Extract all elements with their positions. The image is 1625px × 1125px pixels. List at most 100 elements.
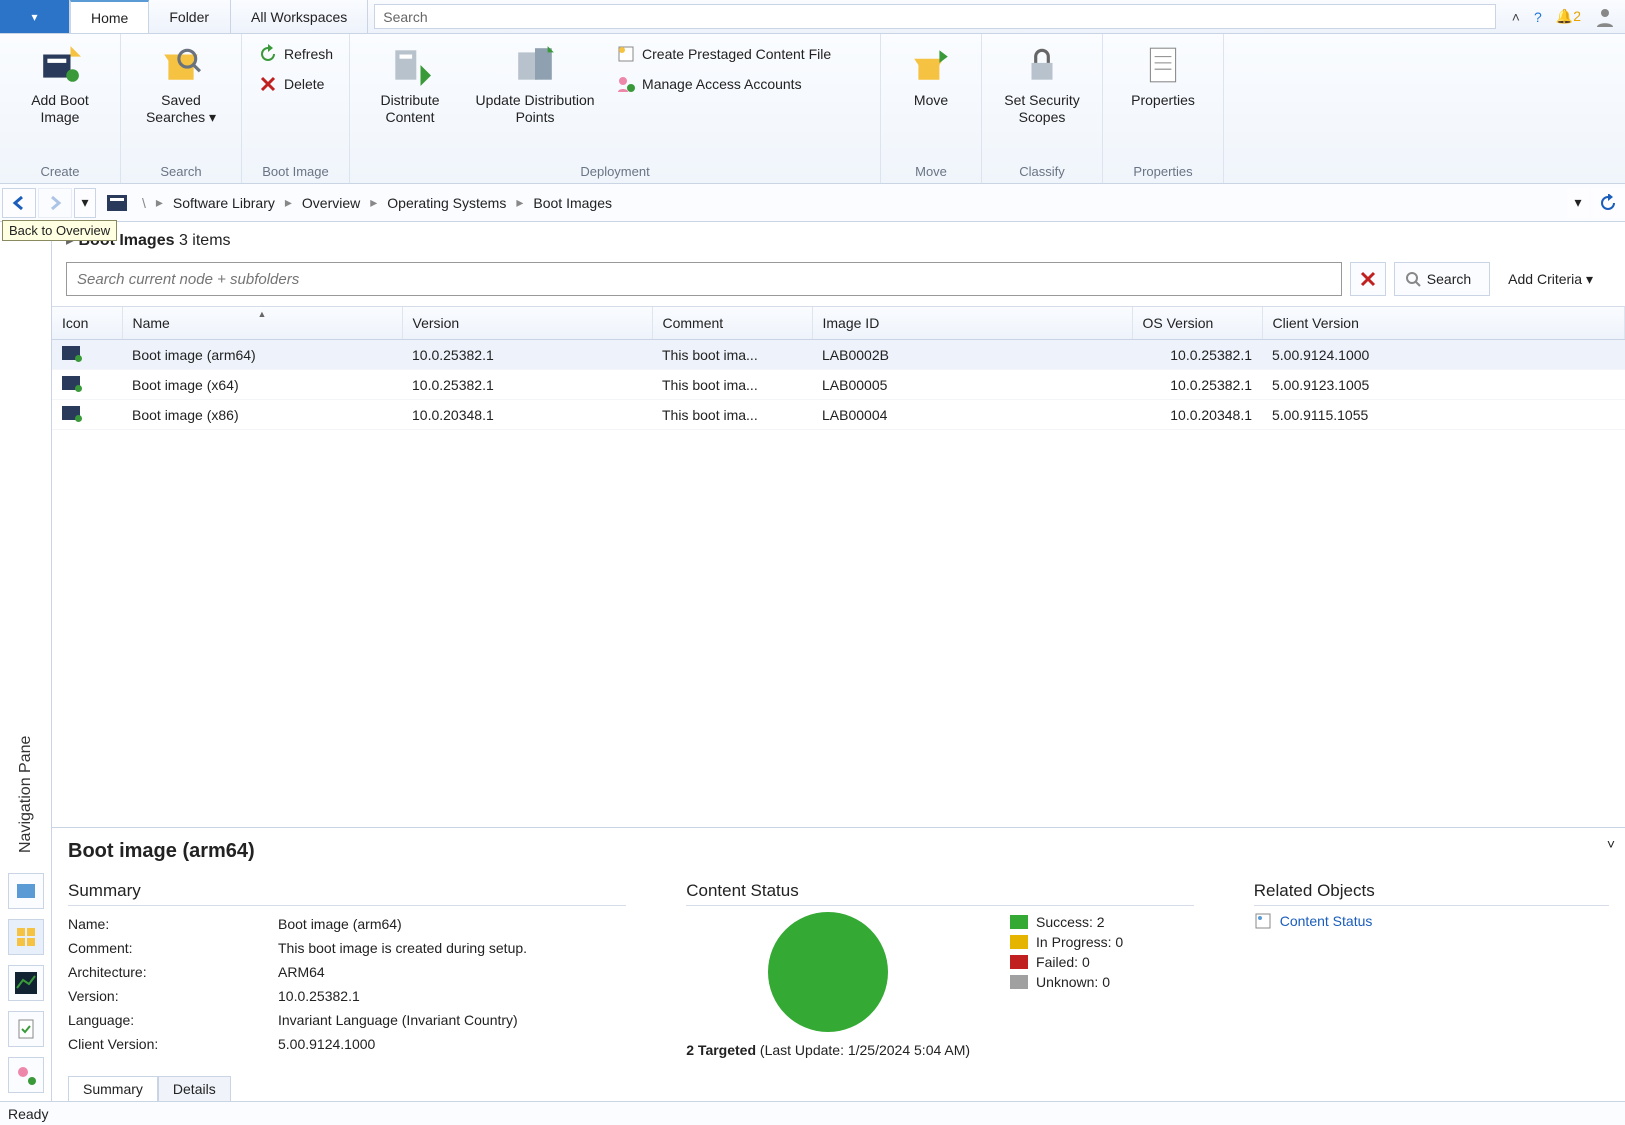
legend-failed: Failed: 0 — [1010, 952, 1123, 972]
distribute-content-button[interactable]: Distribute Content — [360, 40, 460, 126]
cell-client-version: 5.00.9115.1055 — [1262, 400, 1625, 430]
cell-version: 10.0.20348.1 — [402, 400, 652, 430]
details-collapse-icon[interactable]: ˅ — [1607, 836, 1615, 852]
summary-field: Language:Invariant Language (Invariant C… — [68, 1008, 626, 1032]
cell-name: Boot image (arm64) — [122, 340, 402, 370]
cell-image-id: LAB00005 — [812, 370, 1132, 400]
add-boot-image-button[interactable]: Add Boot Image — [10, 40, 110, 126]
col-image-id[interactable]: Image ID — [812, 307, 1132, 340]
saved-searches-label: Saved Searches ▾ — [131, 92, 231, 126]
group-boot-image: Boot Image — [262, 162, 329, 183]
cell-client-version: 5.00.9123.1005 — [1262, 370, 1625, 400]
group-properties: Properties — [1133, 162, 1192, 183]
navigation-pane-label[interactable]: Navigation Pane — [17, 222, 35, 873]
cell-os-version: 10.0.25382.1 — [1132, 340, 1262, 370]
tab-home[interactable]: Home — [70, 0, 149, 33]
search-button-label: Search — [1427, 271, 1471, 287]
boot-image-icon — [62, 346, 80, 360]
cell-client-version: 5.00.9124.1000 — [1262, 340, 1625, 370]
table-row[interactable]: Boot image (x64)10.0.25382.1This boot im… — [52, 370, 1625, 400]
legend-in-progress: In Progress: 0 — [1010, 932, 1123, 952]
summary-field: Client Version:5.00.9124.1000 — [68, 1032, 626, 1056]
list-heading: ▸ Boot Images 3 items — [52, 222, 1625, 256]
list-search-input[interactable] — [66, 262, 1342, 296]
manage-access-label: Manage Access Accounts — [642, 76, 802, 92]
breadcrumb-operating-systems[interactable]: Operating Systems — [387, 195, 506, 211]
col-name[interactable]: Name — [122, 307, 402, 340]
nav-forward-button[interactable] — [38, 188, 72, 218]
col-version[interactable]: Version — [402, 307, 652, 340]
group-classify: Classify — [1019, 162, 1065, 183]
group-create: Create — [40, 162, 79, 183]
navpane-monitoring-icon[interactable] — [8, 965, 44, 1001]
node-icon — [102, 195, 132, 211]
breadcrumb-dropdown[interactable]: ▾ — [1567, 188, 1589, 218]
tab-folder[interactable]: Folder — [149, 0, 230, 33]
notifications-icon[interactable]: 🔔2 — [1556, 8, 1581, 25]
content-status-pie — [768, 912, 888, 1032]
details-title: Boot image (arm64) — [68, 840, 1609, 863]
nav-history-dropdown[interactable]: ▾ — [74, 188, 96, 218]
legend-unknown: Unknown: 0 — [1010, 972, 1123, 992]
update-dp-button[interactable]: Update Distribution Points — [470, 40, 600, 126]
file-menu[interactable]: ▾ — [0, 0, 70, 33]
help-icon[interactable]: ? — [1534, 9, 1542, 25]
nav-back-button[interactable] — [2, 188, 36, 218]
clear-search-button[interactable] — [1350, 262, 1386, 296]
breadcrumb-sep: ▸ — [370, 194, 377, 211]
details-tab-summary[interactable]: Summary — [68, 1076, 158, 1101]
status-bar: Ready — [0, 1101, 1625, 1125]
cell-comment: This boot ima... — [652, 340, 812, 370]
breadcrumb-sep: ▸ — [285, 194, 292, 211]
col-comment[interactable]: Comment — [652, 307, 812, 340]
update-dp-label: Update Distribution Points — [470, 92, 600, 126]
table-row[interactable]: Boot image (arm64) 10.0.25382.1 This boot … — [52, 340, 1625, 370]
refresh-label: Refresh — [284, 46, 333, 62]
delete-label: Delete — [284, 76, 324, 92]
col-icon[interactable]: Icon — [52, 307, 122, 340]
group-search: Search — [160, 162, 201, 183]
refresh-view-icon[interactable] — [1591, 188, 1625, 218]
navpane-library-icon[interactable] — [8, 919, 44, 955]
move-label: Move — [914, 92, 948, 109]
properties-label: Properties — [1131, 92, 1195, 109]
breadcrumb-boot-images[interactable]: Boot Images — [533, 195, 612, 211]
breadcrumb-sep: ▸ — [156, 194, 163, 211]
navpane-assets-icon[interactable] — [8, 873, 44, 909]
cell-comment: This boot ima... — [652, 400, 812, 430]
collapse-ribbon-icon[interactable]: ˄ — [1512, 9, 1520, 25]
navpane-admin-icon[interactable] — [8, 1057, 44, 1093]
properties-button[interactable]: Properties — [1113, 40, 1213, 109]
manage-access-button[interactable]: Manage Access Accounts — [610, 70, 870, 98]
col-client-version[interactable]: Client Version — [1262, 307, 1625, 340]
search-button[interactable]: Search — [1394, 262, 1490, 296]
summary-field: Comment:This boot image is created durin… — [68, 936, 626, 960]
notification-count: 2 — [1573, 8, 1581, 24]
navpane-compliance-icon[interactable] — [8, 1011, 44, 1047]
targeted-text: 2 Targeted (Last Update: 1/25/2024 5:04 … — [686, 1042, 970, 1058]
security-scopes-button[interactable]: Set Security Scopes — [992, 40, 1092, 126]
summary-field: Architecture:ARM64 — [68, 960, 626, 984]
breadcrumb-software-library[interactable]: Software Library — [173, 195, 275, 211]
related-content-status-link[interactable]: Content Status — [1254, 912, 1609, 930]
create-prestaged-button[interactable]: Create Prestaged Content File — [610, 40, 870, 68]
move-button[interactable]: Move — [891, 40, 971, 109]
saved-searches-button[interactable]: Saved Searches ▾ — [131, 40, 231, 126]
group-move: Move — [915, 162, 947, 183]
boot-image-icon — [62, 376, 80, 390]
add-criteria-button[interactable]: Add Criteria ▾ — [1498, 262, 1611, 296]
delete-button[interactable]: Delete — [252, 70, 339, 98]
breadcrumb-overview[interactable]: Overview — [302, 195, 360, 211]
account-icon[interactable] — [1595, 7, 1615, 27]
summary-field: Name:Boot image (arm64) — [68, 912, 626, 936]
global-search-input[interactable]: Search — [374, 4, 1496, 29]
details-tab-details[interactable]: Details — [158, 1076, 231, 1101]
tab-all-workspaces[interactable]: All Workspaces — [230, 0, 368, 33]
col-os-version[interactable]: OS Version — [1132, 307, 1262, 340]
refresh-button[interactable]: Refresh — [252, 40, 339, 68]
breadcrumb-root-sep: \ — [142, 195, 146, 211]
breadcrumb-sep: ▸ — [516, 194, 523, 211]
table-row[interactable]: Boot image (x86)10.0.20348.1This boot im… — [52, 400, 1625, 430]
cell-version: 10.0.25382.1 — [402, 370, 652, 400]
content-status-heading: Content Status — [686, 881, 1194, 906]
